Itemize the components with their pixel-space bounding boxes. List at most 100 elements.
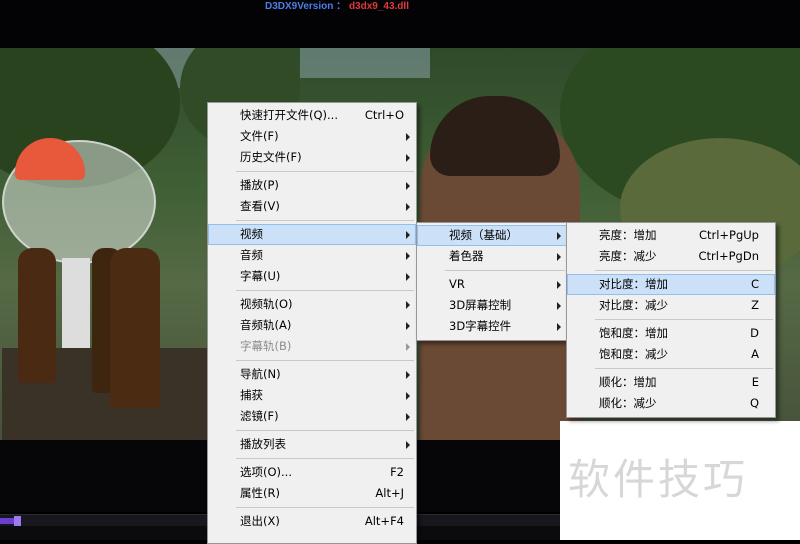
- menu-item-label: 饱和度：增加: [599, 326, 668, 340]
- menu-item-label: 属性(R): [240, 486, 280, 500]
- top-info-bar: D3DX9Version ： d3dx9_43.dll: [0, 0, 800, 48]
- menu-separator: [236, 507, 414, 508]
- submenu-video: 视频（基础） 着色器 VR 3D屏幕控制 3D字幕控件: [416, 222, 568, 341]
- menu-item-contrast-up[interactable]: 对比度：增加 C: [567, 274, 775, 295]
- menu-separator: [236, 220, 414, 221]
- submenu-arrow-icon: [406, 203, 410, 211]
- submenu-arrow-icon: [406, 343, 410, 351]
- menu-item-shortcut: Q: [749, 396, 759, 410]
- menu-separator: [236, 430, 414, 431]
- d3dx9-version-text: D3DX9Version ： d3dx9_43.dll: [265, 0, 409, 13]
- submenu-arrow-icon: [406, 182, 410, 190]
- menu-item-hue-up[interactable]: 顺化：增加 E: [567, 372, 775, 393]
- menu-item-quick-open[interactable]: 快速打开文件(Q)... Ctrl+O: [208, 105, 416, 126]
- menu-item-capture[interactable]: 捕获: [208, 385, 416, 406]
- menu-item-shortcut: D: [750, 326, 759, 340]
- menu-item-properties[interactable]: 属性(R) Alt+J: [208, 483, 416, 504]
- menu-item-label: 顺化：减少: [599, 396, 657, 410]
- menu-item-audio[interactable]: 音频: [208, 245, 416, 266]
- menu-item-label: 顺化：增加: [599, 375, 657, 389]
- menu-item-exit[interactable]: 退出(X) Alt+F4: [208, 511, 416, 532]
- submenu-video-basic: 亮度：增加 Ctrl+PgUp 亮度：减少 Ctrl+PgDn 对比度：增加 C 对比…: [566, 222, 776, 418]
- menu-item-3d-subtitle-control[interactable]: 3D字幕控件: [417, 316, 567, 337]
- submenu-arrow-icon: [557, 323, 561, 331]
- menu-item-subtitle-track: 字幕轨(B): [208, 336, 416, 357]
- menu-item-label: 播放列表: [240, 437, 286, 451]
- menu-separator: [445, 270, 565, 271]
- menu-item-hue-down[interactable]: 顺化：减少 Q: [567, 393, 775, 414]
- menu-separator: [236, 171, 414, 172]
- menu-item-label: 播放(P): [240, 178, 279, 192]
- submenu-arrow-icon: [406, 322, 410, 330]
- menu-item-vr[interactable]: VR: [417, 274, 567, 295]
- menu-item-label: 对比度：增加: [599, 277, 668, 291]
- menu-item-shortcut: Ctrl+PgUp: [698, 228, 759, 242]
- submenu-arrow-icon: [406, 231, 410, 239]
- menu-item-label: 选项(O)...: [240, 465, 292, 479]
- seek-thumb[interactable]: [14, 516, 21, 526]
- menu-item-label: 滤镜(F): [240, 409, 279, 423]
- bottle-graphic: [110, 248, 160, 408]
- menu-item-shortcut: Alt+J: [375, 486, 404, 500]
- menu-item-shortcut: Ctrl+PgDn: [698, 249, 759, 263]
- menu-item-label: 3D屏幕控制: [449, 298, 512, 312]
- submenu-arrow-icon: [557, 302, 561, 310]
- menu-item-navigate[interactable]: 导航(N): [208, 364, 416, 385]
- menu-item-saturation-down[interactable]: 饱和度：减少 A: [567, 344, 775, 365]
- d3dx9-version-key: D3DX9Version ：: [265, 1, 347, 12]
- submenu-arrow-icon: [557, 232, 561, 240]
- menu-item-brightness-down[interactable]: 亮度：减少 Ctrl+PgDn: [567, 246, 775, 267]
- menu-item-history[interactable]: 历史文件(F): [208, 147, 416, 168]
- menu-item-3d-screen-control[interactable]: 3D屏幕控制: [417, 295, 567, 316]
- submenu-arrow-icon: [406, 301, 410, 309]
- submenu-arrow-icon: [406, 392, 410, 400]
- submenu-arrow-icon: [406, 252, 410, 260]
- menu-item-label: 音频: [240, 248, 263, 262]
- menu-item-video-track[interactable]: 视频轨(O): [208, 294, 416, 315]
- menu-item-label: 亮度：增加: [599, 228, 657, 242]
- menu-item-play[interactable]: 播放(P): [208, 175, 416, 196]
- menu-item-audio-track[interactable]: 音频轨(A): [208, 315, 416, 336]
- menu-item-brightness-up[interactable]: 亮度：增加 Ctrl+PgUp: [567, 225, 775, 246]
- menu-item-label: 快速打开文件(Q)...: [240, 108, 338, 122]
- context-menu-main: 快速打开文件(Q)... Ctrl+O 文件(F) 历史文件(F) 播放(P) 查…: [207, 102, 417, 544]
- menu-item-shortcut: C: [750, 277, 759, 291]
- hair-graphic: [430, 96, 560, 176]
- menu-item-label: 文件(F): [240, 129, 279, 143]
- menu-item-label: 亮度：减少: [599, 249, 657, 263]
- submenu-arrow-icon: [557, 253, 561, 261]
- watermark-text: 软件技巧: [568, 455, 749, 504]
- submenu-arrow-icon: [406, 413, 410, 421]
- submenu-arrow-icon: [406, 441, 410, 449]
- menu-item-shaders[interactable]: 着色器: [417, 246, 567, 267]
- menu-item-label: 退出(X): [240, 514, 280, 528]
- submenu-arrow-icon: [406, 273, 410, 281]
- menu-separator: [236, 360, 414, 361]
- menu-item-shortcut: E: [751, 375, 759, 389]
- submenu-arrow-icon: [406, 133, 410, 141]
- menu-item-label: 历史文件(F): [240, 150, 302, 164]
- menu-separator: [236, 290, 414, 291]
- menu-item-saturation-up[interactable]: 饱和度：增加 D: [567, 323, 775, 344]
- menu-item-label: 3D字幕控件: [449, 319, 512, 333]
- menu-item-shortcut: Alt+F4: [364, 514, 404, 528]
- menu-item-label: 视频轨(O): [240, 297, 293, 311]
- menu-item-shortcut: Z: [751, 298, 759, 312]
- menu-item-label: VR: [449, 277, 465, 291]
- menu-item-subtitles[interactable]: 字幕(U): [208, 266, 416, 287]
- menu-item-filters[interactable]: 滤镜(F): [208, 406, 416, 427]
- submenu-arrow-icon: [406, 371, 410, 379]
- menu-item-view[interactable]: 查看(V): [208, 196, 416, 217]
- menu-item-file[interactable]: 文件(F): [208, 126, 416, 147]
- menu-item-contrast-down[interactable]: 对比度：减少 Z: [567, 295, 775, 316]
- menu-item-options[interactable]: 选项(O)... F2: [208, 462, 416, 483]
- menu-item-shortcut: A: [751, 347, 759, 361]
- menu-item-video-basic[interactable]: 视频（基础）: [417, 225, 567, 246]
- menu-item-label: 导航(N): [240, 367, 281, 381]
- menu-separator: [595, 368, 773, 369]
- menu-item-video[interactable]: 视频: [208, 224, 416, 245]
- submenu-arrow-icon: [557, 281, 561, 289]
- menu-item-playlist[interactable]: 播放列表: [208, 434, 416, 455]
- menu-separator: [595, 319, 773, 320]
- menu-item-label: 饱和度：减少: [599, 347, 668, 361]
